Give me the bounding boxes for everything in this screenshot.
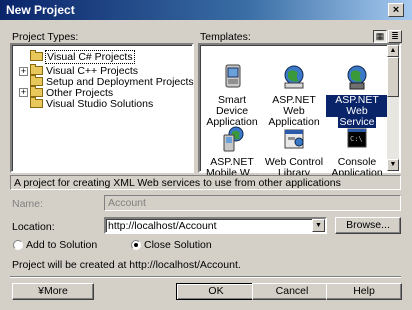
templates-list[interactable]: Smart Device Application ASP.NET Web App… xyxy=(198,43,401,179)
project-types-tree[interactable]: + + Visual C# Projects Visual C++ Projec… xyxy=(10,43,194,173)
tree-expander-icon[interactable]: + xyxy=(19,67,28,76)
tree-expander-icon[interactable]: + xyxy=(19,88,28,97)
template-web-control-library[interactable]: Web Control Library xyxy=(263,125,325,179)
close-button[interactable]: × xyxy=(388,3,404,17)
name-field[interactable]: Account xyxy=(104,195,401,211)
template-smart-device[interactable]: Smart Device Application xyxy=(201,63,263,128)
templates-scrollbar[interactable]: ▲ ▼ xyxy=(387,45,399,171)
close-solution-radio[interactable] xyxy=(131,240,141,250)
tree-item-visual-csharp[interactable]: Visual C# Projects xyxy=(30,50,135,64)
ok-button[interactable]: OK xyxy=(176,283,256,300)
scroll-down-icon[interactable]: ▼ xyxy=(387,159,399,171)
template-asp-net-web-application[interactable]: ASP.NET Web Application xyxy=(263,63,325,128)
tree-item-vs-solutions[interactable]: Visual Studio Solutions xyxy=(30,97,154,110)
large-icons-icon: ▦ xyxy=(375,31,385,41)
folder-icon xyxy=(30,64,43,75)
add-to-solution-radio[interactable] xyxy=(13,240,23,250)
close-icon: × xyxy=(392,4,400,16)
project-location-text: Project will be created at http://localh… xyxy=(12,259,241,271)
web-control-library-icon xyxy=(279,125,309,153)
name-label: Name: xyxy=(12,198,43,210)
asp-net-mobile-icon xyxy=(217,125,247,153)
project-types-label: Project Types: xyxy=(12,31,79,43)
template-asp-net-web-service[interactable]: ASP.NET Web Service xyxy=(326,63,388,128)
tree-item-label: Visual C# Projects xyxy=(45,50,135,64)
template-label: ASP.NET Web xyxy=(326,95,388,117)
list-icon: ≣ xyxy=(391,31,399,41)
tree-item-label: Visual Studio Solutions xyxy=(46,98,154,110)
asp-net-web-service-icon xyxy=(342,63,372,91)
folder-icon xyxy=(30,86,43,97)
template-console-application[interactable]: C:\ Console Application xyxy=(326,125,388,179)
add-to-solution-label: Add to Solution xyxy=(26,239,98,251)
template-label: Smart Device xyxy=(215,94,249,117)
folder-icon xyxy=(30,50,43,61)
large-icons-view-button[interactable]: ▦ xyxy=(373,30,387,43)
divider xyxy=(10,276,401,278)
templates-label: Templates: xyxy=(200,31,251,43)
folder-icon xyxy=(30,97,43,108)
console-app-icon: C:\ xyxy=(342,125,372,153)
description-text: A project for creating XML Web services … xyxy=(14,177,341,189)
chevron-down-icon[interactable]: ▼ xyxy=(312,219,325,232)
description-box: A project for creating XML Web services … xyxy=(10,175,401,190)
scroll-thumb[interactable] xyxy=(387,57,399,97)
more-button[interactable]: ¥More xyxy=(12,283,94,300)
name-value: Account xyxy=(108,197,146,209)
scroll-up-icon[interactable]: ▲ xyxy=(387,45,399,57)
asp-net-web-app-icon xyxy=(279,63,309,91)
browse-button[interactable]: Browse... xyxy=(335,217,401,234)
location-value: http://localhost/Account xyxy=(108,220,217,232)
help-button[interactable]: Help xyxy=(326,283,402,300)
location-label: Location: xyxy=(12,221,55,233)
template-label: ASP.NET Web xyxy=(272,94,316,117)
svg-text:C:\: C:\ xyxy=(350,135,363,143)
location-combobox[interactable]: http://localhost/Account ▼ xyxy=(104,217,327,234)
close-solution-label: Close Solution xyxy=(144,239,212,251)
template-asp-net-mobile[interactable]: ASP.NET Mobile W... xyxy=(201,125,263,179)
folder-icon xyxy=(30,75,43,86)
smart-device-icon xyxy=(217,63,247,91)
cancel-button[interactable]: Cancel xyxy=(252,283,332,300)
window-title: New Project xyxy=(6,3,75,17)
list-view-button[interactable]: ≣ xyxy=(388,30,402,43)
